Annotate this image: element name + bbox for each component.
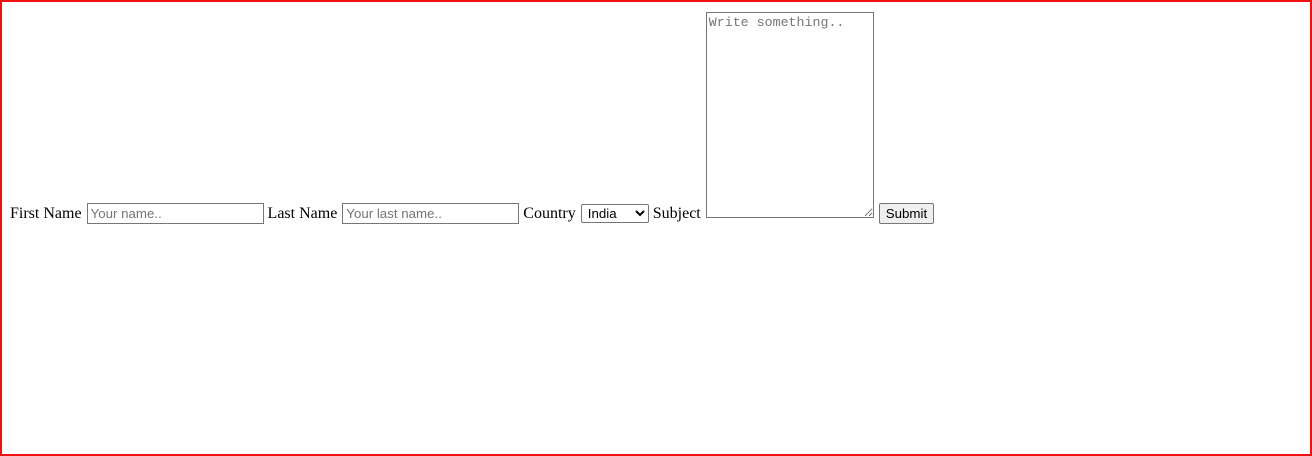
last-name-input[interactable] [342,203,520,224]
country-select[interactable]: India [580,204,649,223]
page-frame: First Name Last Name Country India Subje… [0,0,1312,456]
subject-textarea[interactable] [705,12,874,218]
last-name-label: Last Name [267,205,338,222]
country-label: Country [523,205,576,222]
first-name-input[interactable] [86,203,264,224]
contact-form: First Name Last Name Country India Subje… [10,12,935,224]
first-name-label: First Name [10,205,82,222]
submit-button[interactable]: Submit [878,203,935,224]
subject-label: Subject [652,205,701,222]
